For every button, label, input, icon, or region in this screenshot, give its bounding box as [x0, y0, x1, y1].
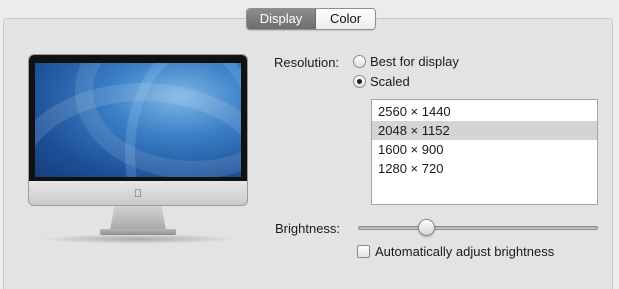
imac-stand [110, 206, 166, 230]
radio-best-for-display[interactable]: Best for display [353, 54, 459, 69]
imac-chin:  [29, 181, 247, 205]
brightness-slider[interactable] [358, 218, 598, 238]
list-item[interactable]: 2560 × 1440 [372, 102, 597, 121]
list-item[interactable]: 1280 × 720 [372, 159, 597, 178]
radio-best-label: Best for display [370, 54, 459, 69]
auto-brightness-label: Automatically adjust brightness [375, 244, 555, 259]
radio-scaled[interactable]: Scaled [353, 74, 410, 89]
auto-brightness-checkbox-row[interactable]: Automatically adjust brightness [357, 244, 554, 259]
wallpaper-swirl [125, 63, 241, 177]
display-preferences-pane: Display Color  Resolution: Best for dis… [0, 0, 619, 289]
tab-display[interactable]: Display [247, 9, 316, 29]
tab-bar: Display Color [246, 8, 376, 30]
imac-shadow [38, 234, 238, 244]
imac-bezel [29, 55, 247, 181]
resolution-list[interactable]: 2560 × 1440 2048 × 1152 1600 × 900 1280 … [371, 99, 598, 205]
radio-dot [357, 79, 362, 84]
slider-track[interactable] [358, 226, 598, 230]
list-item[interactable]: 1600 × 900 [372, 140, 597, 159]
imac-body:  [28, 54, 248, 206]
radio-button[interactable] [353, 55, 366, 68]
tab-color[interactable]: Color [316, 9, 375, 29]
apple-logo-icon:  [134, 188, 142, 200]
imac-icon:  [28, 54, 250, 244]
slider-knob[interactable] [418, 219, 435, 236]
brightness-label: Brightness: [275, 221, 341, 236]
list-item-selected[interactable]: 2048 × 1152 [372, 121, 597, 140]
radio-scaled-label: Scaled [370, 74, 410, 89]
resolution-label: Resolution: [274, 55, 340, 70]
imac-screen [35, 63, 241, 177]
auto-brightness-checkbox[interactable] [357, 245, 370, 258]
radio-button-selected[interactable] [353, 75, 366, 88]
